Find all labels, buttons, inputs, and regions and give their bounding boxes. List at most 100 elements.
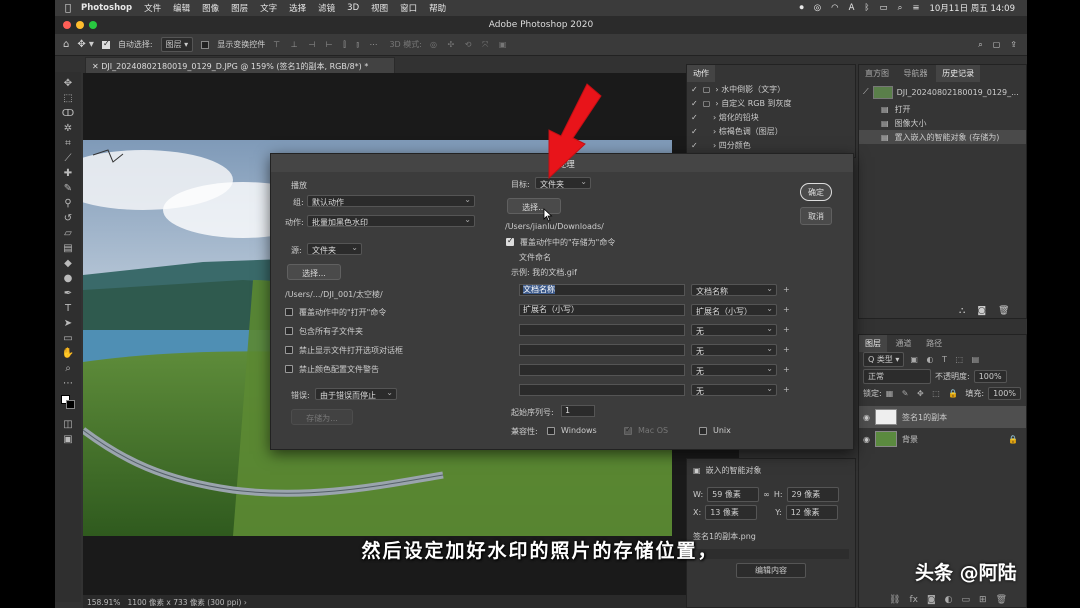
- move-tool-icon[interactable]: ✥: [64, 78, 72, 89]
- shape-tool-icon[interactable]: ▭: [63, 333, 72, 344]
- pen-tool-icon[interactable]: ✒: [64, 288, 72, 299]
- zoom-window-button[interactable]: [89, 21, 97, 29]
- naming-field-5[interactable]: [519, 364, 685, 376]
- control-center-icon[interactable]: ≡: [912, 3, 919, 13]
- edit-contents-button[interactable]: 编辑内容: [736, 563, 806, 578]
- layer-row[interactable]: ◉ 背景 🔒: [859, 428, 1026, 450]
- fill-field[interactable]: 100%: [988, 386, 1021, 400]
- naming-select-6[interactable]: 无 ⌄: [691, 384, 777, 396]
- auto-select-dropdown[interactable]: 图层 ▾: [160, 37, 194, 52]
- tab-channels[interactable]: 通道: [890, 335, 918, 352]
- tab-navigator[interactable]: 导航器: [898, 65, 934, 82]
- adjustment-icon[interactable]: ◐: [945, 595, 953, 605]
- trash-icon[interactable]: 🗑: [996, 595, 1007, 605]
- auto-select-checkbox[interactable]: [101, 39, 110, 49]
- menu-3d[interactable]: 3D: [347, 3, 359, 13]
- transform-controls-checkbox[interactable]: [201, 40, 210, 49]
- document-tab[interactable]: ✕ DJI_20240802180019_0129_D.JPG @ 159% (…: [85, 57, 395, 73]
- opacity-field[interactable]: 100%: [973, 369, 1007, 383]
- naming-field-1[interactable]: 文档名称: [519, 284, 685, 296]
- history-snapshot[interactable]: ⟋ DJI_20240802180019_0129_...: [859, 82, 1026, 102]
- source-choose-button[interactable]: 选择...: [287, 264, 341, 280]
- screen-mode-icon[interactable]: ▣: [63, 434, 72, 445]
- apple-icon[interactable]: : [55, 3, 81, 14]
- bluetooth-icon[interactable]: ᛒ: [864, 3, 869, 13]
- naming-field-6[interactable]: [519, 384, 685, 396]
- layer-name[interactable]: 签名1的副本: [902, 412, 947, 423]
- new-layer-icon[interactable]: ⊞: [979, 595, 987, 605]
- width-field[interactable]: 59 像素: [707, 486, 760, 502]
- search-icon[interactable]: ⌕: [898, 3, 903, 13]
- input-method-icon[interactable]: A: [849, 3, 855, 13]
- history-item[interactable]: ▤ 打开: [859, 102, 1026, 116]
- naming-select-3[interactable]: 无 ⌄: [691, 324, 777, 336]
- app-name-menu[interactable]: Photoshop: [81, 3, 132, 13]
- error-dropdown[interactable]: 由于错误而停止 ⌄: [315, 388, 397, 400]
- clock[interactable]: 10月11日 周五 14:09: [929, 2, 1015, 14]
- naming-select-2[interactable]: 扩展名（小写） ⌄: [691, 304, 777, 316]
- action-row[interactable]: ✓ ▢ › 自定义 RGB 到灰度: [687, 96, 855, 110]
- zoom-tool-icon[interactable]: ⌕: [65, 363, 71, 374]
- eraser-icon[interactable]: ▱: [64, 228, 72, 239]
- quick-mask-icon[interactable]: ◫: [63, 419, 72, 430]
- action-row[interactable]: ✓ › 棕褐色调（图层）: [687, 124, 855, 138]
- layer-filter-dropdown[interactable]: Q 类型 ▾: [863, 351, 905, 367]
- gradient-icon[interactable]: ▤: [63, 243, 72, 254]
- blend-mode-dropdown[interactable]: 正常: [863, 368, 931, 384]
- dodge-tool-icon[interactable]: ●: [64, 273, 73, 284]
- trash-icon[interactable]: 🗑: [998, 306, 1009, 316]
- search-icon[interactable]: ⌕: [978, 40, 982, 50]
- stamp-tool-icon[interactable]: ⚲: [64, 198, 71, 209]
- menu-type[interactable]: 文字: [260, 2, 277, 14]
- move-tool-icon[interactable]: ✥ ▾: [77, 39, 94, 50]
- cancel-button[interactable]: 取消: [800, 207, 832, 225]
- action-dropdown[interactable]: 批量加黑色水印 ⌄: [307, 215, 475, 227]
- override-open-checkbox[interactable]: [285, 308, 293, 316]
- workspace-icon[interactable]: ▢: [993, 40, 1001, 50]
- height-field[interactable]: 29 像素: [786, 486, 839, 502]
- menu-image[interactable]: 图像: [202, 2, 219, 14]
- naming-select-5[interactable]: 无 ⌄: [691, 364, 777, 376]
- history-item[interactable]: ▤ 图像大小: [859, 116, 1026, 130]
- more-tools-icon[interactable]: ⋯: [63, 378, 73, 389]
- path-select-icon[interactable]: ➤: [64, 318, 72, 329]
- menu-select[interactable]: 选择: [289, 2, 306, 14]
- brush-tool-icon[interactable]: ✎: [64, 183, 72, 194]
- marquee-tool-icon[interactable]: ⬚: [63, 93, 72, 104]
- wechat-icon[interactable]: ◎: [814, 3, 821, 13]
- naming-field-4[interactable]: [519, 344, 685, 356]
- naming-field-3[interactable]: [519, 324, 685, 336]
- group-icon[interactable]: ▭: [962, 595, 971, 605]
- action-row[interactable]: ✓ › 四分颜色: [687, 138, 855, 152]
- color-swatch[interactable]: [61, 395, 75, 409]
- x-field[interactable]: 13 像素: [705, 504, 758, 520]
- layer-row-active[interactable]: ◉ 签名1的副本: [859, 406, 1026, 428]
- action-row[interactable]: ✓ ▢ › 水中倒影（文字）: [687, 82, 855, 96]
- naming-select-4[interactable]: 无 ⌄: [691, 344, 777, 356]
- magic-wand-icon[interactable]: ✲: [64, 123, 72, 134]
- eyedropper-icon[interactable]: ⟋: [65, 153, 72, 164]
- history-brush-icon[interactable]: ↺: [64, 213, 72, 224]
- zoom-level[interactable]: 158.91%: [87, 598, 120, 607]
- source-dropdown[interactable]: 文件夹 ⌄: [307, 243, 362, 255]
- tab-actions[interactable]: 动作: [687, 65, 715, 82]
- home-icon[interactable]: ⌂: [63, 39, 69, 50]
- compat-unix-checkbox[interactable]: [699, 427, 707, 435]
- include-subfolders-checkbox[interactable]: [285, 327, 293, 335]
- mask-icon[interactable]: ◙: [927, 595, 936, 605]
- eye-icon[interactable]: ◉: [863, 435, 870, 444]
- share-icon[interactable]: ⇪: [1010, 40, 1017, 50]
- naming-select-1[interactable]: 文档名称 ⌄: [691, 284, 777, 296]
- naming-field-2[interactable]: 扩展名（小写）: [519, 304, 685, 316]
- minimize-window-button[interactable]: [76, 21, 84, 29]
- healing-brush-icon[interactable]: ✚: [64, 168, 72, 179]
- layer-name[interactable]: 背景: [902, 434, 918, 445]
- lasso-tool-icon[interactable]: ↀ: [62, 108, 74, 119]
- history-item-active[interactable]: ▤ 置入嵌入的智能对象 (存储为): [859, 130, 1026, 144]
- tab-paths[interactable]: 路径: [920, 335, 948, 352]
- close-tab-icon[interactable]: ✕: [92, 62, 101, 71]
- hand-tool-icon[interactable]: ✋: [62, 348, 74, 359]
- menu-window[interactable]: 窗口: [400, 2, 417, 14]
- compat-macos-checkbox[interactable]: [624, 425, 632, 435]
- serial-field[interactable]: 1: [561, 405, 595, 417]
